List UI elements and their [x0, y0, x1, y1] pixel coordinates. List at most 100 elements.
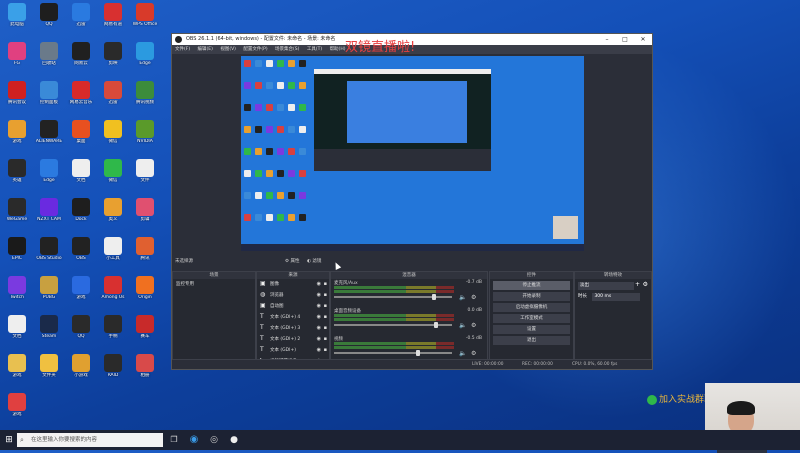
desktop-icon[interactable]: OBS	[66, 236, 96, 274]
desktop-icon[interactable]: Among Us	[98, 275, 128, 313]
menu-scene-collection[interactable]: 场景集合(S)	[275, 47, 299, 52]
properties-button[interactable]: ⚙ 属性	[285, 258, 299, 266]
start-recording-button[interactable]: 开始录制	[493, 292, 570, 301]
windows-start-icon[interactable]: ⊞	[3, 434, 15, 446]
desktop-icon[interactable]: 网易云音乐	[66, 80, 96, 118]
source-item[interactable]: ▣ 图像 ◉ ▪	[257, 279, 329, 290]
desktop-icon[interactable]: ALIENWARE	[34, 119, 64, 157]
desktop-icon[interactable]: FG	[2, 41, 32, 79]
desktop-icon[interactable]: 腾讯	[130, 236, 160, 274]
desktop-icon[interactable]: 奥义	[98, 197, 128, 235]
desktop-icon[interactable]: QQ	[34, 2, 64, 40]
studio-mode-button[interactable]: 工作室模式	[493, 314, 570, 323]
visibility-eye-icon[interactable]: ◉	[317, 279, 321, 290]
visibility-eye-icon[interactable]: ◉	[317, 290, 321, 301]
desktop-icon[interactable]: RAID	[98, 353, 128, 391]
add-icon[interactable]: +	[635, 281, 640, 288]
desktop-icon[interactable]: Origin	[130, 275, 160, 313]
source-item[interactable]: T 文本 (GDI+) ◉ ▪	[257, 345, 329, 356]
volume-knob[interactable]	[416, 350, 421, 356]
gear-icon[interactable]: ⚙	[471, 294, 476, 301]
minimize-icon[interactable]: –	[598, 34, 616, 45]
start-virtual-camera-button[interactable]: 启动虚拟摄像机	[493, 303, 570, 312]
desktop-icon[interactable]: 游戏	[2, 119, 32, 157]
desktop-icon[interactable]: 游戏	[2, 392, 32, 430]
obs-preview[interactable]	[241, 56, 584, 251]
menu-tools[interactable]: 工具(T)	[307, 47, 322, 52]
desktop-icon[interactable]: 赛车	[130, 314, 160, 352]
gear-icon[interactable]: ⚙	[643, 281, 648, 288]
desktop-icon[interactable]: 小工具	[98, 236, 128, 274]
lock-icon[interactable]: ▪	[324, 323, 327, 334]
desktop-icon[interactable]: 游戏	[2, 353, 32, 391]
desktop-icon[interactable]: Dock	[66, 197, 96, 235]
volume-slider[interactable]	[334, 322, 452, 328]
desktop-icon[interactable]: 微信	[98, 119, 128, 157]
menu-edit[interactable]: 编辑(E)	[198, 47, 213, 52]
visibility-eye-icon[interactable]: ◉	[317, 312, 321, 323]
duration-input[interactable]: 300 ms	[592, 293, 641, 301]
volume-knob[interactable]	[434, 322, 439, 328]
lock-icon[interactable]: ▪	[324, 312, 327, 323]
obs-taskbar-icon[interactable]: ●	[228, 434, 240, 446]
steam-icon[interactable]: ◎	[208, 434, 220, 446]
desktop-icon[interactable]: 剪辑	[130, 197, 160, 235]
lock-icon[interactable]: ▪	[324, 301, 327, 312]
visibility-eye-icon[interactable]: ◉	[317, 323, 321, 334]
source-item[interactable]: T 文本 (GDI+) 3 ◉ ▪	[257, 323, 329, 334]
source-item[interactable]: T 文本 (GDI+) 4 ◉ ▪	[257, 312, 329, 323]
visibility-eye-icon[interactable]: ◉	[317, 301, 321, 312]
desktop-icon[interactable]: 网易云	[66, 41, 96, 79]
stop-streaming-button[interactable]: 停止推流	[493, 281, 570, 290]
lock-icon[interactable]: ▪	[324, 279, 327, 290]
desktop-icon[interactable]: Edge	[34, 158, 64, 196]
menu-view[interactable]: 视图(V)	[220, 47, 236, 52]
edge-icon[interactable]: ◉	[188, 434, 200, 446]
taskbar-search[interactable]: ⌕ 在这里输入你要搜索的内容	[17, 433, 163, 447]
desktop-icon[interactable]: 微信	[98, 158, 128, 196]
speaker-icon[interactable]: 🔈	[459, 322, 466, 329]
desktop-icon[interactable]: 手柄	[98, 314, 128, 352]
desktop-icon[interactable]: 桌面	[66, 119, 96, 157]
desktop-icon[interactable]: NVIDIA	[130, 119, 160, 157]
desktop-icon[interactable]: Steam	[34, 314, 64, 352]
scene-item[interactable]: 监控专用	[173, 279, 255, 290]
desktop-icon[interactable]: 腾讯会议	[2, 80, 32, 118]
volume-slider[interactable]	[334, 350, 452, 356]
volume-slider[interactable]	[334, 294, 452, 300]
volume-knob[interactable]	[432, 294, 437, 300]
speaker-icon[interactable]: 🔈	[459, 294, 466, 301]
menu-profile[interactable]: 配置文件(P)	[243, 47, 267, 52]
desktop-icon[interactable]: WeGame	[2, 197, 32, 235]
gear-icon[interactable]: ⚙	[471, 322, 476, 329]
desktop-icon[interactable]: 控制面板	[34, 80, 64, 118]
desktop-icon[interactable]: 小游戏	[66, 353, 96, 391]
desktop-icon[interactable]: 剪映	[98, 41, 128, 79]
desktop-icon[interactable]: 相册	[130, 353, 160, 391]
desktop-icon[interactable]: WPS Office	[130, 2, 160, 40]
source-item[interactable]: ◍ 浏览器 ◉ ▪	[257, 290, 329, 301]
desktop-icon[interactable]: 迅雷	[98, 80, 128, 118]
visibility-eye-icon[interactable]: ◉	[317, 334, 321, 345]
source-item[interactable]: T 文本 (GDI+) 2 ◉ ▪	[257, 334, 329, 345]
menu-help[interactable]: 帮助(H)	[330, 47, 346, 52]
desktop-icon[interactable]: 英雄	[2, 158, 32, 196]
gear-icon[interactable]: ⚙	[471, 350, 476, 357]
desktop-icon[interactable]: PUBG	[34, 275, 64, 313]
desktop-icon[interactable]: 迅雷	[66, 2, 96, 40]
desktop-icon[interactable]: EPIC	[2, 236, 32, 274]
desktop-icon[interactable]: 文件夹	[34, 353, 64, 391]
filters-button[interactable]: ◐ 滤镜	[307, 258, 321, 266]
source-item[interactable]: ▣ 自动图 ◉ ▪	[257, 301, 329, 312]
desktop-icon[interactable]: 文件	[130, 158, 160, 196]
settings-button[interactable]: 设置	[493, 325, 570, 334]
desktop-icon[interactable]: OBS Studio	[34, 236, 64, 274]
lock-icon[interactable]: ▪	[324, 290, 327, 301]
desktop-icon[interactable]: QQ	[66, 314, 96, 352]
lock-icon[interactable]: ▪	[324, 345, 327, 356]
task-view-icon[interactable]: ❐	[168, 434, 180, 446]
desktop-icon[interactable]: 此电脑	[2, 2, 32, 40]
close-icon[interactable]: ✕	[634, 34, 652, 45]
speaker-icon[interactable]: 🔈	[459, 350, 466, 357]
desktop-icon[interactable]: 游戏	[66, 275, 96, 313]
